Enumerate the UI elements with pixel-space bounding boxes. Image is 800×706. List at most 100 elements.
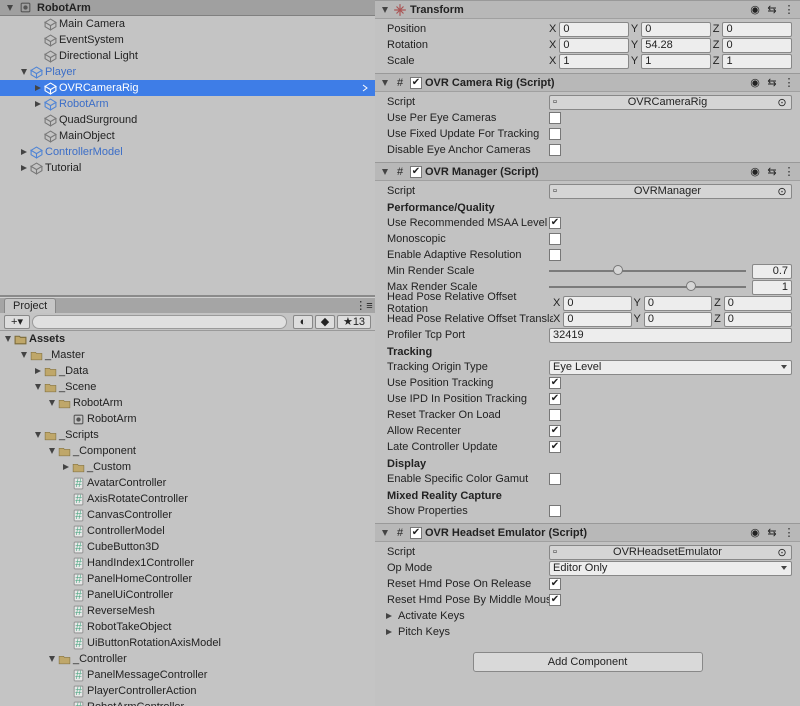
preset-icon[interactable]: ⇆ bbox=[765, 526, 779, 540]
hierarchy-item[interactable]: OVRCameraRig bbox=[0, 80, 375, 96]
project-item[interactable]: _Master bbox=[0, 347, 375, 363]
fold-icon[interactable] bbox=[2, 334, 13, 345]
fold-icon[interactable] bbox=[32, 366, 43, 377]
project-item[interactable]: #ReverseMesh bbox=[0, 603, 375, 619]
create-button[interactable]: +▾ bbox=[4, 315, 30, 329]
menu-icon[interactable]: ⋮ bbox=[782, 3, 796, 17]
min-render-scale-slider[interactable]: 0.7 bbox=[549, 264, 792, 279]
fold-icon[interactable] bbox=[18, 163, 29, 174]
use-ipd-toggle[interactable] bbox=[549, 393, 561, 405]
add-component-button[interactable]: Add Component bbox=[473, 652, 703, 672]
project-search[interactable] bbox=[32, 315, 287, 329]
fold-icon[interactable] bbox=[32, 382, 43, 393]
head-pose-rot-field[interactable]: X0Y0Z0 bbox=[553, 296, 792, 311]
project-item[interactable]: #PanelUiController bbox=[0, 587, 375, 603]
position-field[interactable]: X0Y0Z0 bbox=[549, 22, 792, 37]
project-item[interactable]: _Custom bbox=[0, 459, 375, 475]
project-item[interactable]: #AvatarController bbox=[0, 475, 375, 491]
fold-icon[interactable] bbox=[32, 430, 43, 441]
enable-toggle[interactable] bbox=[410, 527, 422, 539]
project-item[interactable]: RobotArm bbox=[0, 395, 375, 411]
project-item[interactable]: _Scripts bbox=[0, 427, 375, 443]
hierarchy-item[interactable]: Main Camera bbox=[0, 16, 375, 32]
preset-icon[interactable]: ⇆ bbox=[765, 3, 779, 17]
menu-icon[interactable]: ⋮ bbox=[782, 526, 796, 540]
project-tab[interactable]: Project bbox=[4, 298, 56, 313]
profiler-port-field[interactable]: 32419 bbox=[549, 328, 792, 343]
activate-keys-foldout[interactable]: Activate Keys bbox=[383, 608, 792, 624]
fold-icon[interactable] bbox=[379, 77, 390, 88]
late-controller-toggle[interactable] bbox=[549, 441, 561, 453]
project-item[interactable]: #PanelMessageController bbox=[0, 667, 375, 683]
menu-icon[interactable]: ⋮ bbox=[782, 165, 796, 179]
monoscopic-toggle[interactable] bbox=[549, 233, 561, 245]
fold-icon[interactable] bbox=[46, 398, 57, 409]
panel-menu-icon[interactable]: ⋮≡ bbox=[357, 299, 371, 313]
project-item[interactable]: _Scene bbox=[0, 379, 375, 395]
reset-tracker-toggle[interactable] bbox=[549, 409, 561, 421]
project-root[interactable]: Assets bbox=[0, 331, 375, 347]
show-props-toggle[interactable] bbox=[549, 505, 561, 517]
fold-icon[interactable] bbox=[379, 527, 390, 538]
hierarchy-root-label[interactable]: RobotArm bbox=[37, 2, 91, 14]
scale-field[interactable]: X1Y1Z1 bbox=[549, 54, 792, 69]
fold-icon[interactable] bbox=[32, 99, 43, 110]
project-item[interactable]: #CanvasController bbox=[0, 507, 375, 523]
enable-toggle[interactable] bbox=[410, 77, 422, 89]
enable-toggle[interactable] bbox=[410, 166, 422, 178]
help-icon[interactable]: ◉ bbox=[748, 76, 762, 90]
max-render-scale-slider[interactable]: 1 bbox=[549, 280, 792, 295]
hierarchy-item[interactable]: QuadSurground bbox=[0, 112, 375, 128]
fold-icon[interactable] bbox=[18, 350, 29, 361]
project-item[interactable]: RobotArm bbox=[0, 411, 375, 427]
menu-icon[interactable]: ⋮ bbox=[782, 76, 796, 90]
project-item[interactable]: _Data bbox=[0, 363, 375, 379]
op-mode-dropdown[interactable]: Editor Only bbox=[549, 561, 792, 576]
use-position-toggle[interactable] bbox=[549, 377, 561, 389]
reset-on-release-toggle[interactable] bbox=[549, 578, 561, 590]
project-item[interactable]: #PanelHomeController bbox=[0, 571, 375, 587]
fold-icon[interactable] bbox=[379, 166, 390, 177]
hierarchy-item[interactable]: Player bbox=[0, 64, 375, 80]
fold-icon[interactable] bbox=[60, 462, 71, 473]
fold-icon[interactable] bbox=[379, 4, 390, 15]
adaptive-res-toggle[interactable] bbox=[549, 249, 561, 261]
hierarchy-item[interactable]: RobotArm bbox=[0, 96, 375, 112]
hierarchy-item[interactable]: MainObject bbox=[0, 128, 375, 144]
help-icon[interactable]: ◉ bbox=[748, 3, 762, 17]
allow-recenter-toggle[interactable] bbox=[549, 425, 561, 437]
project-item[interactable]: #UiButtonRotationAxisModel bbox=[0, 635, 375, 651]
filter-label-icon[interactable]: ◆ bbox=[315, 315, 335, 329]
project-item[interactable]: #RobotTakeObject bbox=[0, 619, 375, 635]
hierarchy-item[interactable]: ControllerModel bbox=[0, 144, 375, 160]
msaa-toggle[interactable] bbox=[549, 217, 561, 229]
rotation-field[interactable]: X0Y54.28Z0 bbox=[549, 38, 792, 53]
project-item[interactable]: #RobotArmController bbox=[0, 699, 375, 706]
fold-icon[interactable] bbox=[18, 147, 29, 158]
fold-icon[interactable] bbox=[32, 83, 43, 94]
help-icon[interactable]: ◉ bbox=[748, 526, 762, 540]
pitch-keys-foldout[interactable]: Pitch Keys bbox=[383, 624, 792, 640]
use-fixed-update-toggle[interactable] bbox=[549, 128, 561, 140]
hierarchy-item[interactable]: EventSystem bbox=[0, 32, 375, 48]
project-item[interactable]: #HandIndex1Controller bbox=[0, 555, 375, 571]
fold-icon[interactable] bbox=[4, 2, 15, 13]
use-per-eye-toggle[interactable] bbox=[549, 112, 561, 124]
hierarchy-item[interactable]: Tutorial bbox=[0, 160, 375, 176]
project-item[interactable]: #AxisRotateController bbox=[0, 491, 375, 507]
project-item[interactable]: #PlayerControllerAction bbox=[0, 683, 375, 699]
preset-icon[interactable]: ⇆ bbox=[765, 76, 779, 90]
fold-icon[interactable] bbox=[18, 67, 29, 78]
project-item[interactable]: _Controller bbox=[0, 651, 375, 667]
disable-eye-anchor-toggle[interactable] bbox=[549, 144, 561, 156]
fold-icon[interactable] bbox=[46, 654, 57, 665]
color-gamut-toggle[interactable] bbox=[549, 473, 561, 485]
help-icon[interactable]: ◉ bbox=[748, 165, 762, 179]
hidden-count[interactable]: ★13 bbox=[337, 315, 371, 329]
project-item[interactable]: _Component bbox=[0, 443, 375, 459]
project-item[interactable]: #CubeButton3D bbox=[0, 539, 375, 555]
reset-middle-mouse-toggle[interactable] bbox=[549, 594, 561, 606]
fold-icon[interactable] bbox=[46, 446, 57, 457]
preset-icon[interactable]: ⇆ bbox=[765, 165, 779, 179]
filter-type-icon[interactable]: ◐ bbox=[293, 315, 313, 329]
